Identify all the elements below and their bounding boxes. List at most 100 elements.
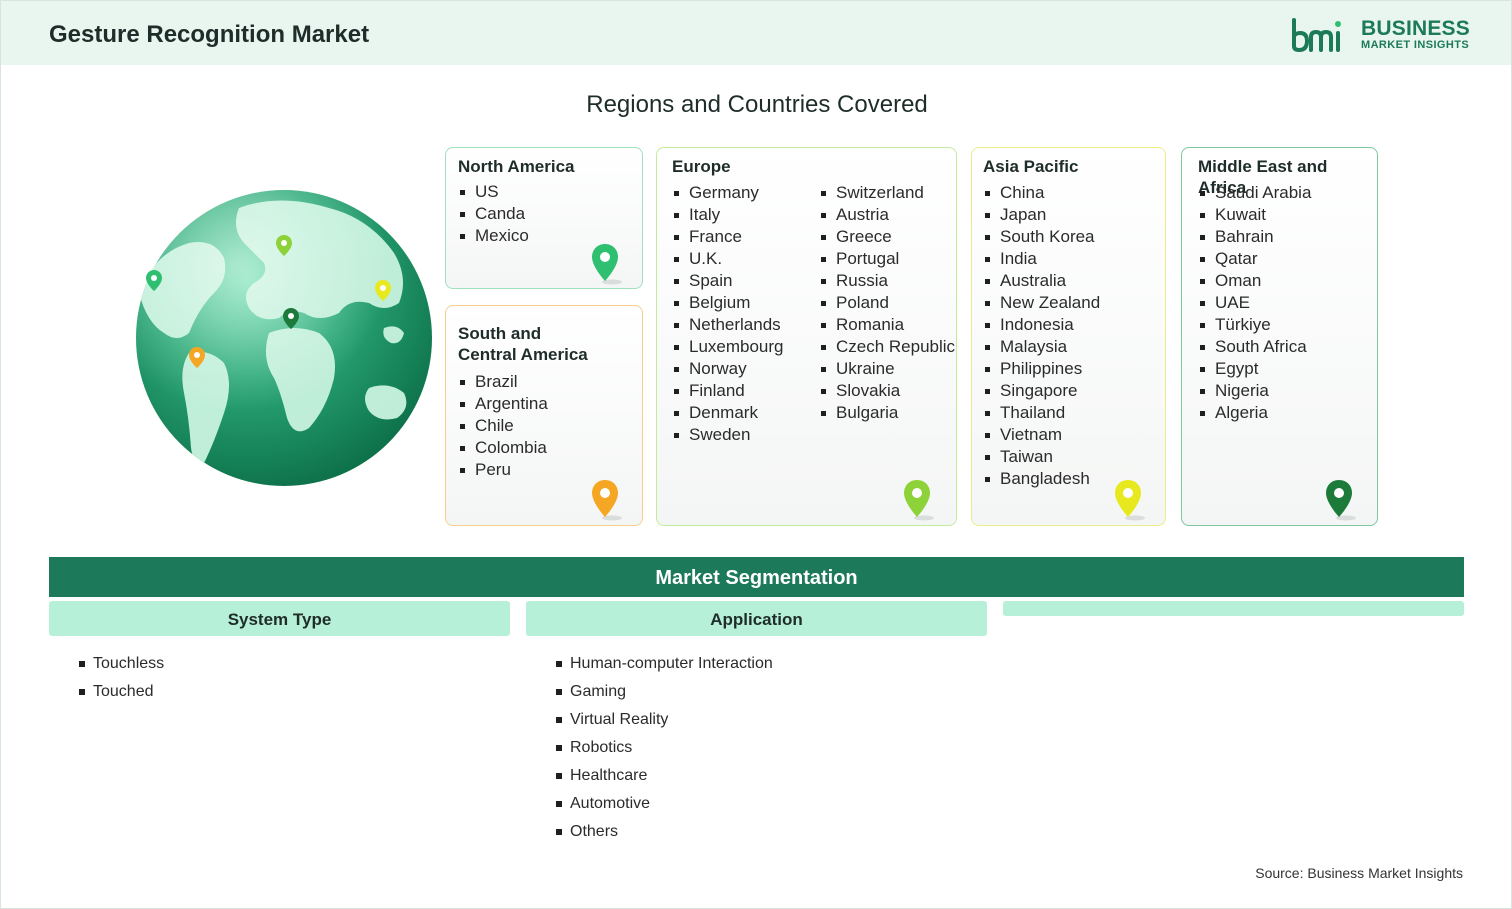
country-list-col1: Germany Italy France U.K. Spain Belgium … bbox=[672, 182, 784, 446]
country-item: Slovakia bbox=[819, 380, 955, 402]
region-title-line1: South and bbox=[458, 324, 542, 343]
country-item: Finland bbox=[672, 380, 784, 402]
region-card-middle-east-africa: Middle East and Africa Saudi Arabia Kuwa… bbox=[1181, 147, 1378, 526]
country-item: Bahrain bbox=[1198, 226, 1311, 248]
country-item: Italy bbox=[672, 204, 784, 226]
country-item: Indonesia bbox=[983, 314, 1100, 336]
system-type-list: Touchless Touched bbox=[79, 650, 164, 706]
country-item: Russia bbox=[819, 270, 955, 292]
region-card-north-america: North America US Canda Mexico bbox=[445, 147, 643, 289]
country-item: Germany bbox=[672, 182, 784, 204]
brand-logo: BUSINESS MARKET INSIGHTS bbox=[1291, 16, 1471, 53]
country-list: US Canda Mexico bbox=[458, 181, 529, 247]
map-pin-icon bbox=[592, 244, 622, 285]
country-item: New Zealand bbox=[983, 292, 1100, 314]
segment-item: Touchless bbox=[79, 650, 164, 678]
country-item: Oman bbox=[1198, 270, 1311, 292]
country-item: Taiwan bbox=[983, 446, 1100, 468]
country-item: Kuwait bbox=[1198, 204, 1311, 226]
country-item: Singapore bbox=[983, 380, 1100, 402]
country-item: Saudi Arabia bbox=[1198, 182, 1311, 204]
country-item: Philippines bbox=[983, 358, 1100, 380]
region-title: Asia Pacific bbox=[983, 157, 1079, 176]
country-item: China bbox=[983, 182, 1100, 204]
country-list: China Japan South Korea India Australia … bbox=[983, 182, 1100, 490]
country-item: Austria bbox=[819, 204, 955, 226]
country-item: Argentina bbox=[458, 393, 548, 415]
segment-header-empty bbox=[1003, 601, 1464, 616]
segment-item: Robotics bbox=[556, 734, 773, 762]
header-bar: Gesture Recognition Market BUSINESS MARK… bbox=[1, 1, 1511, 65]
map-pin-icon bbox=[1326, 480, 1356, 521]
country-item: Bulgaria bbox=[819, 402, 955, 424]
country-item: Algeria bbox=[1198, 402, 1311, 424]
country-item: Mexico bbox=[458, 225, 529, 247]
segment-item: Healthcare bbox=[556, 762, 773, 790]
country-item: UAE bbox=[1198, 292, 1311, 314]
logo-text-market-insights: MARKET INSIGHTS bbox=[1361, 39, 1470, 51]
country-item: Poland bbox=[819, 292, 955, 314]
country-item: Colombia bbox=[458, 437, 548, 459]
map-pin-icon bbox=[904, 480, 934, 521]
country-item: Portugal bbox=[819, 248, 955, 270]
country-item: Japan bbox=[983, 204, 1100, 226]
country-item: Chile bbox=[458, 415, 548, 437]
logo-text-business: BUSINESS bbox=[1361, 17, 1470, 40]
country-item: India bbox=[983, 248, 1100, 270]
country-item: Czech Republic bbox=[819, 336, 955, 358]
country-item: U.K. bbox=[672, 248, 784, 270]
country-item: Canda bbox=[458, 203, 529, 225]
country-item: Qatar bbox=[1198, 248, 1311, 270]
country-item: Egypt bbox=[1198, 358, 1311, 380]
application-list: Human-computer Interaction Gaming Virtua… bbox=[556, 650, 773, 846]
segment-item: Gaming bbox=[556, 678, 773, 706]
country-item: France bbox=[672, 226, 784, 248]
country-item: Ukraine bbox=[819, 358, 955, 380]
country-list: Brazil Argentina Chile Colombia Peru bbox=[458, 371, 548, 481]
country-item: US bbox=[458, 181, 529, 203]
country-item: Thailand bbox=[983, 402, 1100, 424]
globe-illustration bbox=[129, 183, 439, 493]
segment-item: Human-computer Interaction bbox=[556, 650, 773, 678]
segment-item: Automotive bbox=[556, 790, 773, 818]
country-list-col2: Switzerland Austria Greece Portugal Russ… bbox=[819, 182, 955, 424]
country-item: Australia bbox=[983, 270, 1100, 292]
country-item: Vietnam bbox=[983, 424, 1100, 446]
globe-icon bbox=[136, 190, 432, 486]
country-item: Luxembourg bbox=[672, 336, 784, 358]
region-title-line2: Central America bbox=[458, 345, 588, 364]
region-card-asia-pacific: Asia Pacific China Japan South Korea Ind… bbox=[971, 147, 1166, 526]
source-note: Source: Business Market Insights bbox=[1255, 865, 1463, 881]
page: Gesture Recognition Market BUSINESS MARK… bbox=[0, 0, 1512, 909]
country-item: Brazil bbox=[458, 371, 548, 393]
country-item: Norway bbox=[672, 358, 784, 380]
region-title: Europe bbox=[672, 157, 731, 176]
region-title: South and Central America bbox=[458, 323, 588, 365]
segment-item: Touched bbox=[79, 678, 164, 706]
country-item: Spain bbox=[672, 270, 784, 292]
country-item: Peru bbox=[458, 459, 548, 481]
region-card-europe: Europe Germany Italy France U.K. Spain B… bbox=[656, 147, 957, 526]
country-item: Switzerland bbox=[819, 182, 955, 204]
country-item: Bangladesh bbox=[983, 468, 1100, 490]
country-item: Greece bbox=[819, 226, 955, 248]
bmi-logo-icon bbox=[1292, 18, 1341, 53]
country-item: Belgium bbox=[672, 292, 784, 314]
map-pin-icon bbox=[1115, 480, 1145, 521]
country-item: South Africa bbox=[1198, 336, 1311, 358]
country-item: Türkiye bbox=[1198, 314, 1311, 336]
country-item: Netherlands bbox=[672, 314, 784, 336]
segment-item: Others bbox=[556, 818, 773, 846]
country-list: Saudi Arabia Kuwait Bahrain Qatar Oman U… bbox=[1198, 182, 1311, 424]
page-title: Gesture Recognition Market bbox=[49, 21, 370, 48]
country-item: Nigeria bbox=[1198, 380, 1311, 402]
regions-title: Regions and Countries Covered bbox=[586, 91, 928, 118]
segment-item: Virtual Reality bbox=[556, 706, 773, 734]
segment-header-application: Application bbox=[526, 601, 987, 636]
region-card-south-central-america: South and Central America Brazil Argenti… bbox=[445, 305, 643, 526]
segment-header-system-type: System Type bbox=[49, 601, 510, 636]
country-item: South Korea bbox=[983, 226, 1100, 248]
country-item: Malaysia bbox=[983, 336, 1100, 358]
country-item: Sweden bbox=[672, 424, 784, 446]
region-title: North America bbox=[458, 157, 575, 176]
